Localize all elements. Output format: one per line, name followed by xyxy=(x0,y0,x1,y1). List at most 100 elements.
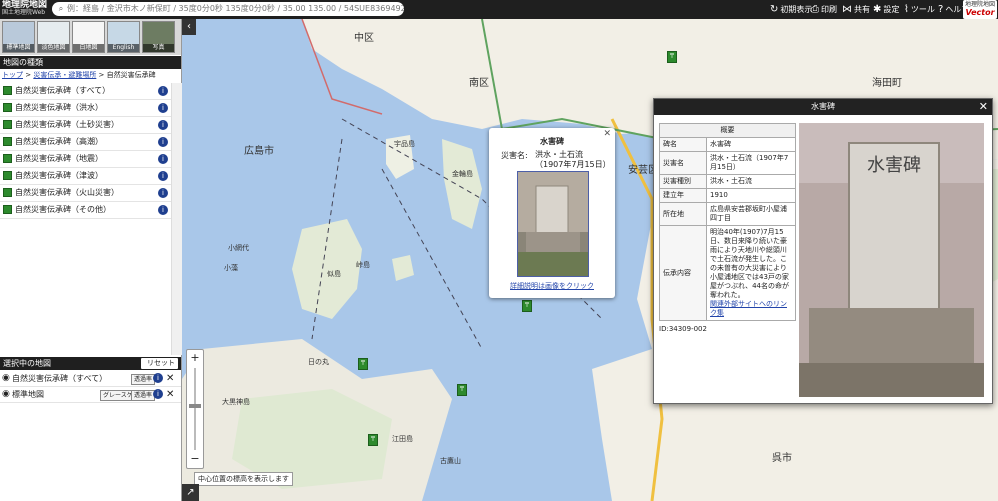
monument-photo: 水害碑 xyxy=(799,123,984,397)
app-logo[interactable]: 地理院地図 国土地理院Web xyxy=(2,1,50,18)
breadcrumb: トップ > 災害伝承・避難場所 > 自然災害伝承碑 xyxy=(2,71,156,79)
list-item[interactable]: 自然災害伝承碑（土砂災害） i xyxy=(0,117,181,134)
settings-label: 設定 xyxy=(883,5,900,14)
share-button[interactable]: ⋈ 共有 xyxy=(842,2,870,17)
label-kure: 呉市 xyxy=(772,453,792,464)
share-label: 共有 xyxy=(854,5,870,14)
close-icon[interactable]: ✕ xyxy=(166,371,174,386)
reset-view-button[interactable]: ↻ 初期表示 xyxy=(770,2,812,17)
breadcrumb-disaster[interactable]: 災害伝承・避難場所 xyxy=(33,71,96,79)
list-item[interactable]: 自然災害伝承碑（火山災害） i xyxy=(0,185,181,202)
thumb-standard[interactable]: 標準地図 xyxy=(2,21,35,53)
list-item-label: 自然災害伝承碑（洪水） xyxy=(15,103,103,112)
zoom-track[interactable] xyxy=(194,368,196,450)
zoom-out-button[interactable]: − xyxy=(187,452,203,466)
label-okura: 大黒神島 xyxy=(222,398,250,406)
info-icon[interactable]: i xyxy=(158,137,168,147)
detail-table: 概要 碑名 水害碑 災害名 洪水・土石流（1907年7月15日） 災害種別 洪水・土石… xyxy=(659,123,796,321)
info-icon[interactable]: i xyxy=(158,205,168,215)
tools-icon: ⌇ xyxy=(904,4,909,15)
expand-icon[interactable]: ↗ xyxy=(182,484,199,501)
monument-marker[interactable]: 〒 xyxy=(457,384,467,396)
table-row: 伝承内容 明治40年(1907)7月15日、数日来降り続いた豪雨により天地川や総頭… xyxy=(659,225,796,321)
close-icon[interactable]: ✕ xyxy=(166,387,174,402)
info-icon[interactable]: i xyxy=(153,389,163,399)
popup-value-line2: （1907年7月15日） xyxy=(535,160,611,169)
table-key: 建立年 xyxy=(659,188,707,203)
layer-icon xyxy=(3,120,12,129)
opacity-button[interactable]: 透過率 xyxy=(131,390,156,401)
list-item-label: 自然災害伝承碑（すべて） xyxy=(15,86,111,95)
layer-icon xyxy=(3,86,12,95)
reset-button[interactable]: リセット xyxy=(141,358,178,369)
popup-value: 洪水・土石流 （1907年7月15日） xyxy=(535,150,611,170)
info-icon[interactable]: i xyxy=(153,373,163,383)
info-icon[interactable]: i xyxy=(158,188,168,198)
info-icon[interactable]: i xyxy=(158,103,168,113)
collapse-panel-button[interactable]: ‹ xyxy=(182,19,196,35)
opacity-button[interactable]: 透過率 xyxy=(131,374,156,385)
monument-marker[interactable]: 〒 xyxy=(667,51,677,63)
table-value: 1910 xyxy=(706,188,796,203)
info-icon[interactable]: i xyxy=(158,171,168,181)
selected-layer-row[interactable]: ◉ 自然災害伝承碑（すべて） 透過率 i ✕ xyxy=(0,371,181,387)
monument-inscription: 水害碑 xyxy=(867,155,921,176)
thumb-photo[interactable]: 写真 xyxy=(142,21,175,53)
layer-icon xyxy=(3,103,12,112)
eye-icon[interactable]: ◉ xyxy=(2,387,10,402)
map-kind-list: 自然災害伝承碑（すべて） i 自然災害伝承碑（洪水） i 自然災害伝承碑（土砂災害）… xyxy=(0,83,181,219)
monument-marker[interactable]: 〒 xyxy=(522,300,532,312)
layer-icon xyxy=(3,205,12,214)
list-item-label: 自然災害伝承碑（津波） xyxy=(15,171,103,180)
search-input[interactable]: ⌕ 例：経島 / 金沢市木ノ新保町 / 35度0分0秒 135度0分0秒 / 35… xyxy=(52,2,404,16)
table-value: 明治40年(1907)7月15日、数日来降り続いた豪雨により天地川や総頭川で土石… xyxy=(706,225,796,321)
list-item[interactable]: 自然災害伝承碑（地震） i xyxy=(0,151,181,168)
list-item[interactable]: 自然災害伝承碑（洪水） i xyxy=(0,100,181,117)
zoom-slider-handle[interactable] xyxy=(189,404,201,408)
vector-badge[interactable]: 地理院地図 Vector xyxy=(963,0,997,19)
left-panel: 標準地図 淡色地図 白地図 English 写真 地図の種類 トップ > 災害伝… xyxy=(0,19,182,501)
tools-label: ツール xyxy=(910,5,935,14)
breadcrumb-top[interactable]: トップ xyxy=(2,71,23,79)
label-koami: 小網代 xyxy=(228,244,249,252)
thumb-english[interactable]: English xyxy=(107,21,140,53)
info-icon[interactable]: i xyxy=(158,120,168,130)
label-obako: 峠島 xyxy=(356,261,370,269)
app-header: 地理院地図 国土地理院Web ⌕ 例：経島 / 金沢市木ノ新保町 / 35度0分0… xyxy=(0,0,998,19)
list-item[interactable]: 自然災害伝承碑（その他） i xyxy=(0,202,181,219)
thumb-pale[interactable]: 淡色地図 xyxy=(37,21,70,53)
list-item[interactable]: 自然災害伝承碑（津波） i xyxy=(0,168,181,185)
eye-icon[interactable]: ◉ xyxy=(2,371,10,386)
zoom-in-button[interactable]: + xyxy=(187,351,203,365)
selected-layer-label: 自然災害伝承碑（すべて） xyxy=(12,374,108,383)
breadcrumb-current: 自然災害伝承碑 xyxy=(106,71,156,79)
selected-layer-row[interactable]: ◉ 標準地図 グレースケール 透過率 i ✕ xyxy=(0,387,181,403)
list-item[interactable]: 自然災害伝承碑（高潮） i xyxy=(0,134,181,151)
table-key: 碑名 xyxy=(659,137,707,152)
monument-marker[interactable]: 〒 xyxy=(358,358,368,370)
table-key: 災害名 xyxy=(659,151,707,175)
detail-link[interactable]: 詳細説明は画像をクリック xyxy=(489,281,615,291)
label-ogai: 小藻 xyxy=(224,264,238,272)
center-elevation-label[interactable]: 中心位置の標高を表示します xyxy=(194,472,293,486)
list-item[interactable]: 自然災害伝承碑（すべて） i xyxy=(0,83,181,100)
print-icon: ⎙ xyxy=(811,4,819,15)
zoom-control[interactable]: + − xyxy=(186,349,204,469)
monument-photo-thumbnail[interactable] xyxy=(517,171,589,277)
tools-button[interactable]: ⌇ ツール xyxy=(904,2,935,17)
table-value: 洪水・土石流（1907年7月15日） xyxy=(706,151,796,175)
print-label: 印刷 xyxy=(821,5,837,14)
logo-subtitle: 国土地理院Web xyxy=(2,9,46,16)
external-link[interactable]: 関連外部サイトへのリンク集 xyxy=(710,300,787,317)
info-icon[interactable]: i xyxy=(158,86,168,96)
settings-button[interactable]: ✱ 設定 xyxy=(873,2,899,17)
label-minami: 南区 xyxy=(469,78,489,89)
print-button[interactable]: ⎙ 印刷 xyxy=(811,2,837,17)
thumb-blank[interactable]: 白地図 xyxy=(72,21,105,53)
monument-marker[interactable]: 〒 xyxy=(368,434,378,446)
info-icon[interactable]: i xyxy=(158,154,168,164)
thumb-pale-label: 淡色地図 xyxy=(38,44,69,52)
close-icon[interactable]: ✕ xyxy=(979,99,988,115)
list-scrollbar[interactable] xyxy=(171,83,182,355)
table-value: 水害碑 xyxy=(706,137,796,152)
